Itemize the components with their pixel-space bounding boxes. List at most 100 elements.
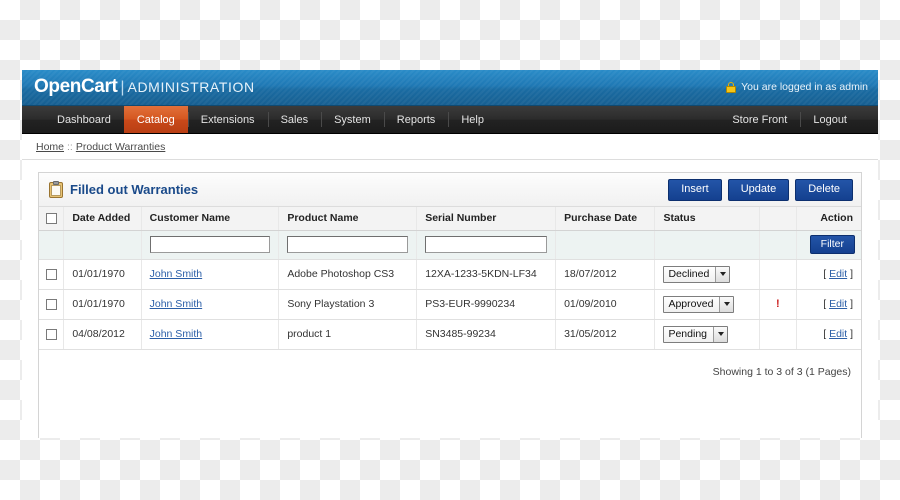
- nav-item-catalog[interactable]: Catalog: [123, 106, 188, 133]
- brand-name: OpenCart: [34, 76, 118, 97]
- cell-customer-name: John Smith: [141, 289, 280, 320]
- column-action: Action: [796, 207, 861, 231]
- edit-link[interactable]: Edit: [829, 268, 847, 280]
- customer-link[interactable]: John Smith: [150, 298, 203, 310]
- nav-item-system[interactable]: System: [321, 106, 384, 133]
- cell-purchase-date: 01/09/2010: [555, 289, 656, 320]
- select-all-checkbox[interactable]: [45, 212, 57, 224]
- column-customer-name[interactable]: Customer Name: [141, 207, 280, 231]
- pagination-info: Showing 1 to 3 of 3 (1 Pages): [39, 350, 861, 378]
- row-checkbox-cell: [39, 289, 65, 320]
- nav-item-reports[interactable]: Reports: [383, 106, 449, 133]
- insert-button[interactable]: Insert: [668, 178, 722, 201]
- column-date-added[interactable]: Date Added: [63, 207, 142, 231]
- cell-status: Declined: [654, 259, 760, 290]
- filter-product-name-input[interactable]: [287, 236, 409, 253]
- cell-action: [ Edit ]: [796, 289, 861, 320]
- main-navigation: Dashboard Catalog Extensions Sales Syste…: [22, 106, 878, 134]
- warranties-table-wrapper: Date Added Customer Name Product Name Se…: [39, 207, 861, 378]
- delete-button[interactable]: Delete: [795, 178, 853, 201]
- status-select[interactable]: Pending: [663, 325, 729, 343]
- page-title: Filled out Warranties: [49, 181, 198, 198]
- filter-cell-action: Filter: [796, 230, 861, 260]
- cell-date-added: 01/01/1970: [63, 289, 142, 320]
- breadcrumb-separator: ::: [67, 140, 73, 153]
- column-status[interactable]: Status: [654, 207, 760, 231]
- row-checkbox[interactable]: [45, 298, 57, 310]
- panel-header: Filled out Warranties Insert Update Dele…: [39, 173, 861, 207]
- cell-date-added: 01/01/1970: [63, 259, 142, 290]
- nav-item-extensions[interactable]: Extensions: [187, 106, 268, 133]
- cell-product-name: product 1: [278, 319, 418, 350]
- status-select-value: Pending: [668, 328, 708, 340]
- edit-link[interactable]: Edit: [829, 298, 847, 310]
- row-checkbox[interactable]: [45, 268, 57, 280]
- cell-customer-name: John Smith: [141, 319, 280, 350]
- brand-separator: |: [120, 79, 125, 96]
- cell-status: Approved: [654, 289, 760, 320]
- nav-item-dashboard[interactable]: Dashboard: [44, 106, 124, 133]
- filter-cell-customer: [141, 230, 280, 260]
- warranties-table: Date Added Customer Name Product Name Se…: [39, 207, 861, 350]
- cell-flag: !: [759, 289, 797, 320]
- update-button[interactable]: Update: [727, 178, 790, 201]
- breadcrumb: Home :: Product Warranties: [22, 134, 878, 160]
- login-status-text: You are logged in as admin: [741, 81, 868, 93]
- cell-purchase-date: 31/05/2012: [555, 319, 656, 350]
- filter-row: Filter: [39, 230, 861, 260]
- table-body: Filter 01/01/1970 John Smith Adobe Photo…: [39, 230, 861, 350]
- cell-product-name: Sony Playstation 3: [278, 289, 418, 320]
- filter-customer-name-input[interactable]: [149, 236, 271, 253]
- edit-wrapper: [ Edit ]: [823, 328, 853, 340]
- page-title-text: Filled out Warranties: [70, 182, 199, 197]
- filter-cell-flag: [759, 230, 797, 260]
- table-row: 01/01/1970 John Smith Adobe Photoshop CS…: [39, 259, 861, 290]
- edit-wrapper: [ Edit ]: [823, 298, 853, 310]
- cell-purchase-date: 18/07/2012: [555, 259, 656, 290]
- filter-button[interactable]: Filter: [809, 234, 855, 255]
- cell-action: [ Edit ]: [796, 259, 861, 290]
- cell-flag: [759, 319, 797, 350]
- login-status: You are logged in as admin: [726, 81, 868, 93]
- app-header: OpenCart | ADMINISTRATION You are logged i…: [22, 70, 878, 106]
- cell-flag: [759, 259, 797, 290]
- status-select[interactable]: Declined: [663, 265, 731, 283]
- status-select-value: Approved: [668, 298, 714, 310]
- warning-flag: !: [775, 298, 780, 310]
- nav-item-logout[interactable]: Logout: [800, 106, 860, 133]
- nav-item-sales[interactable]: Sales: [267, 106, 322, 133]
- warranties-panel: Filled out Warranties Insert Update Dele…: [38, 172, 862, 438]
- row-checkbox-cell: [39, 259, 65, 290]
- nav-item-store-front[interactable]: Store Front: [719, 106, 800, 133]
- pagination-text: Showing 1 to 3 of 3 (1 Pages): [712, 365, 851, 378]
- status-select[interactable]: Approved: [663, 295, 735, 313]
- cell-product-name: Adobe Photoshop CS3: [278, 259, 418, 290]
- edit-link[interactable]: Edit: [829, 328, 847, 340]
- column-serial-number[interactable]: Serial Number: [416, 207, 557, 231]
- panel-actions: Insert Update Delete: [668, 178, 853, 201]
- content-area: Filled out Warranties Insert Update Dele…: [22, 160, 878, 438]
- breadcrumb-current[interactable]: Product Warranties: [76, 141, 165, 153]
- column-select-all: [39, 207, 65, 231]
- status-select-value: Declined: [668, 268, 710, 280]
- cell-status: Pending: [654, 319, 760, 350]
- cell-customer-name: John Smith: [141, 259, 280, 290]
- row-checkbox[interactable]: [45, 328, 57, 340]
- nav-item-help[interactable]: Help: [448, 106, 497, 133]
- customer-link[interactable]: John Smith: [150, 268, 203, 280]
- brand-section: ADMINISTRATION: [127, 79, 255, 95]
- filter-serial-number-input[interactable]: [425, 236, 548, 253]
- edit-wrapper: [ Edit ]: [823, 268, 853, 280]
- cell-date-added: 04/08/2012: [63, 319, 142, 350]
- cell-action: [ Edit ]: [796, 319, 861, 350]
- column-product-name[interactable]: Product Name: [278, 207, 418, 231]
- filter-cell-check: [39, 230, 65, 260]
- table-header-row: Date Added Customer Name Product Name Se…: [39, 207, 861, 231]
- filter-cell-serial: [416, 230, 557, 260]
- breadcrumb-home[interactable]: Home: [36, 141, 64, 153]
- clipboard-icon: [49, 181, 63, 198]
- chevron-down-icon: [719, 296, 734, 312]
- filter-cell-date: [63, 230, 142, 260]
- column-purchase-date[interactable]: Purchase Date: [555, 207, 656, 231]
- customer-link[interactable]: John Smith: [150, 328, 203, 340]
